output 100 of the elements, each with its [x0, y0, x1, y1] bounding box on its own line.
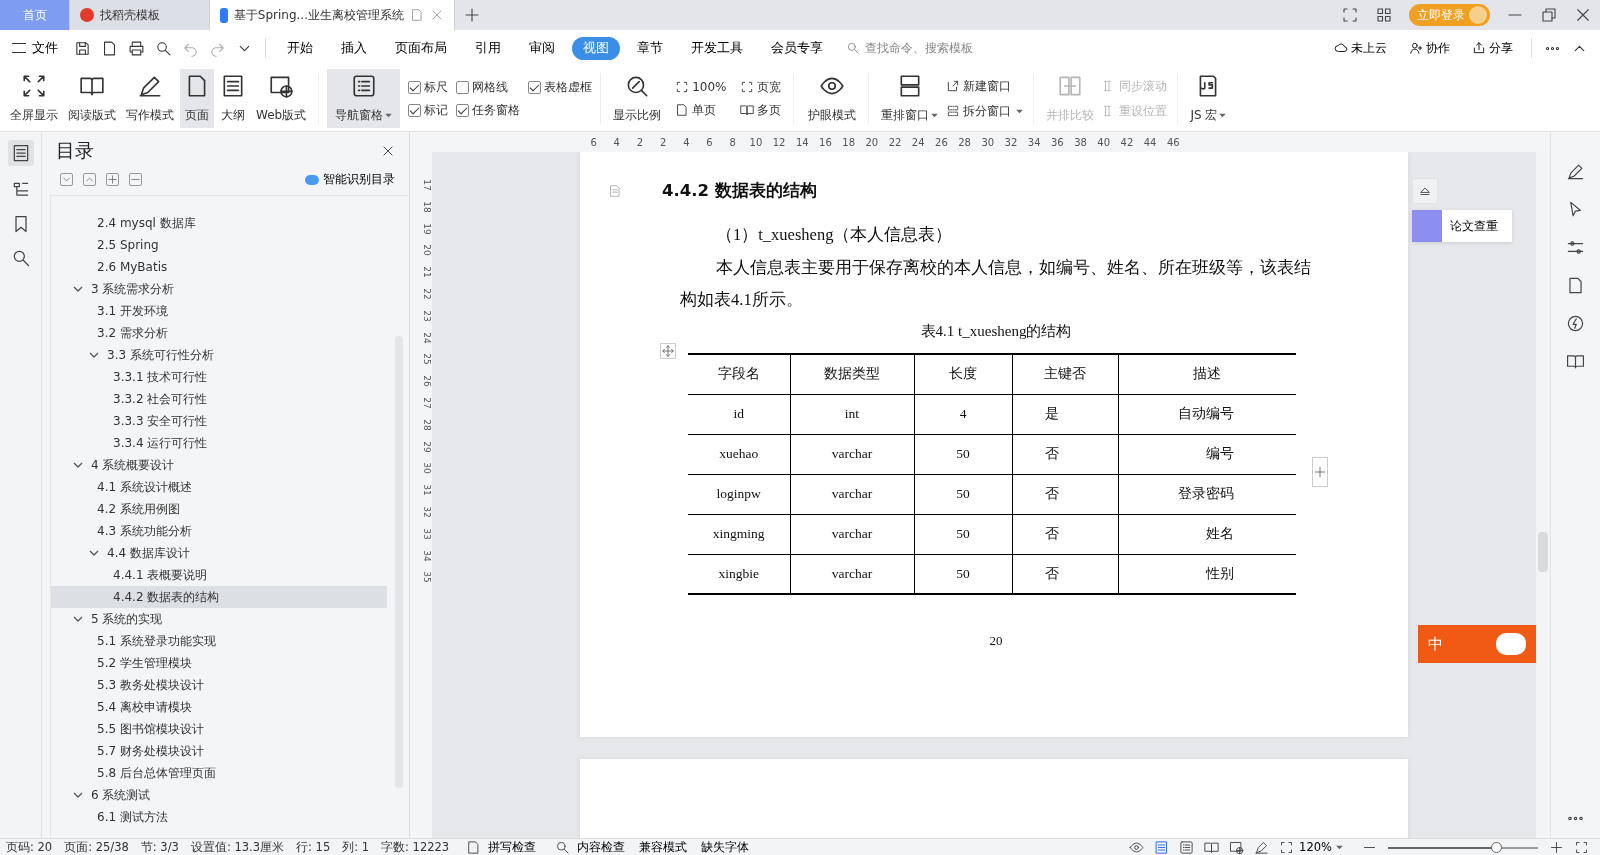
tab[interactable]: 找稻壳模板	[70, 0, 210, 30]
eye-icon[interactable]	[1129, 839, 1145, 855]
ribbon-tab[interactable]: 开始	[276, 36, 324, 60]
toc-item[interactable]: 3 系统需求分析	[51, 278, 387, 300]
reading-icon[interactable]	[1204, 839, 1220, 855]
toolbar-button[interactable]: 新建窗口	[944, 76, 1026, 96]
toc-item[interactable]: 3.3.1 技术可行性	[51, 366, 387, 388]
outline-icon[interactable]	[7, 140, 34, 166]
checkbox[interactable]	[408, 103, 422, 117]
plagiarism-check-button[interactable]: 论文查重	[1412, 210, 1512, 242]
table-move-icon[interactable]	[660, 343, 676, 359]
toolbar-button[interactable]: 页宽	[738, 77, 784, 97]
status-button[interactable]: 内容检查	[550, 839, 626, 855]
print-icon[interactable]	[128, 39, 145, 57]
toc-item[interactable]: 5.7 财务处模块设计	[51, 740, 387, 762]
ribbon-tab[interactable]: 页面布局	[384, 36, 458, 60]
checkbox[interactable]	[408, 80, 422, 94]
checkbox[interactable]	[456, 103, 470, 117]
toc-item[interactable]: 5.3 教务处模块设计	[51, 674, 387, 696]
checkbox[interactable]	[528, 80, 542, 94]
toc-item[interactable]: 4.4.2 数据表的结构	[51, 586, 387, 608]
toc-item[interactable]: 4 系统概要设计	[51, 454, 387, 476]
close-icon[interactable]	[1574, 6, 1592, 24]
caret-icon[interactable]	[73, 614, 83, 624]
toolbar-button[interactable]: 多页	[738, 100, 784, 120]
toc-item[interactable]: 3.2 需求分析	[51, 322, 387, 344]
view-button[interactable]: 大纲	[216, 69, 250, 128]
view-button[interactable]: 写作模式	[122, 69, 178, 128]
toc-item[interactable]: 2.4 mysql 数据库	[51, 212, 387, 234]
toolbar-button[interactable]: 单页	[673, 100, 729, 120]
ribbon-tab[interactable]: 审阅	[518, 36, 566, 60]
zoom-in-icon[interactable]	[1549, 839, 1564, 855]
toc-item[interactable]: 3.3.3 安全可行性	[51, 410, 387, 432]
macro-button[interactable]: JS 宏	[1186, 69, 1231, 128]
outline-icon[interactable]	[1179, 839, 1195, 855]
toc-item[interactable]: 4.1 系统设计概述	[51, 476, 387, 498]
toc-item[interactable]: 2.5 Spring	[51, 234, 387, 256]
rearrange-button[interactable]: 重排窗口	[877, 69, 943, 128]
restore-icon[interactable]	[1540, 6, 1558, 24]
layout-icon[interactable]	[1341, 6, 1359, 24]
lightning-icon[interactable]	[1566, 314, 1585, 333]
caret-icon[interactable]	[73, 460, 83, 470]
toolbar-button[interactable]: 分享	[1466, 38, 1519, 58]
eye-care-button[interactable]: 护眼模式	[804, 69, 861, 128]
toc-item[interactable]: 5.8 后台总体管理页面	[51, 762, 387, 784]
vertical-ruler[interactable]: 17 18 19 20 21 22 23 24 25 26 27 28 29 30 31 32 33 34 35	[410, 152, 432, 838]
apps-grid-icon[interactable]	[1375, 6, 1393, 24]
file-menu[interactable]: 文件	[8, 39, 68, 57]
expand-icon[interactable]	[60, 173, 73, 186]
toc-item[interactable]: 5 系统的实现	[51, 608, 387, 630]
toc-item[interactable]: 3.3 系统可行性分析	[51, 344, 387, 366]
checkbox[interactable]	[456, 80, 470, 94]
ribbon-tab[interactable]: 开发工具	[680, 36, 754, 60]
toc-item[interactable]: 4.4.1 表概要说明	[51, 564, 387, 586]
book-search-icon[interactable]	[1566, 352, 1585, 371]
close-icon[interactable]	[381, 144, 395, 158]
web-icon[interactable]	[1229, 839, 1245, 855]
toc-item[interactable]: 5.4 离校申请模块	[51, 696, 387, 718]
new-tab-icon[interactable]	[463, 6, 481, 24]
print-preview-icon[interactable]	[155, 39, 172, 57]
search-field[interactable]: 查找命令、搜索模板	[846, 40, 993, 56]
toc-item[interactable]: 3.1 开发环境	[51, 300, 387, 322]
status-button[interactable]: 兼容模式	[639, 839, 688, 855]
toc-item[interactable]: 6 系统测试	[51, 784, 387, 806]
slider-thumb[interactable]	[1491, 841, 1502, 853]
fit-icon[interactable]	[1279, 839, 1295, 855]
toc-item[interactable]: 3.3.4 运行可行性	[51, 432, 387, 454]
toolbar-button[interactable]: 未上云	[1328, 38, 1393, 58]
checkbox-option[interactable]: 标尺	[408, 78, 449, 96]
zoom-slider[interactable]	[1388, 840, 1538, 854]
checkbox-option[interactable]: 表格虚框	[528, 78, 593, 96]
toc-item[interactable]: 3.3.2 社会可行性	[51, 388, 387, 410]
eject-icon[interactable]	[1412, 178, 1438, 204]
caret-icon[interactable]	[89, 350, 99, 360]
caret-icon[interactable]	[73, 284, 83, 294]
nav-pane-button[interactable]: 导航窗格	[327, 69, 401, 128]
page-view-icon[interactable]	[1154, 839, 1170, 855]
toc-item[interactable]: 4.3 系统功能分析	[51, 520, 387, 542]
smart-toc-button[interactable]: 智能识别目录	[299, 170, 401, 189]
pen-icon[interactable]	[1566, 162, 1585, 181]
view-button[interactable]: 页面	[180, 69, 214, 128]
checkbox-option[interactable]: 网格线	[456, 78, 521, 96]
ribbon-tab[interactable]: 引用	[464, 36, 512, 60]
minus-icon[interactable]	[129, 173, 142, 186]
save-icon[interactable]	[74, 39, 91, 57]
pen-icon[interactable]	[1254, 839, 1270, 855]
toc-item[interactable]: 6.1 测试方法	[51, 806, 387, 828]
zoom-dropdown[interactable]: 120%	[1299, 840, 1343, 854]
fullscreen-icon[interactable]	[1574, 839, 1589, 855]
zoom-button[interactable]: 显示比例	[609, 69, 666, 128]
toc-item[interactable]: 4.4 数据库设计	[51, 542, 387, 564]
status-button[interactable]: 拼写检查	[461, 839, 537, 855]
view-button[interactable]: Web版式	[252, 69, 311, 128]
checkbox-option[interactable]: 标记	[408, 101, 449, 119]
ribbon-tab[interactable]: 插入	[330, 36, 378, 60]
toolbar-button[interactable]: 协作	[1403, 38, 1456, 58]
caret-icon[interactable]	[73, 790, 83, 800]
ribbon-tab[interactable]: 会员专享	[760, 36, 834, 60]
toc-item[interactable]: 5.2 学生管理模块	[51, 652, 387, 674]
toc-item[interactable]: 4.2 系统用例图	[51, 498, 387, 520]
